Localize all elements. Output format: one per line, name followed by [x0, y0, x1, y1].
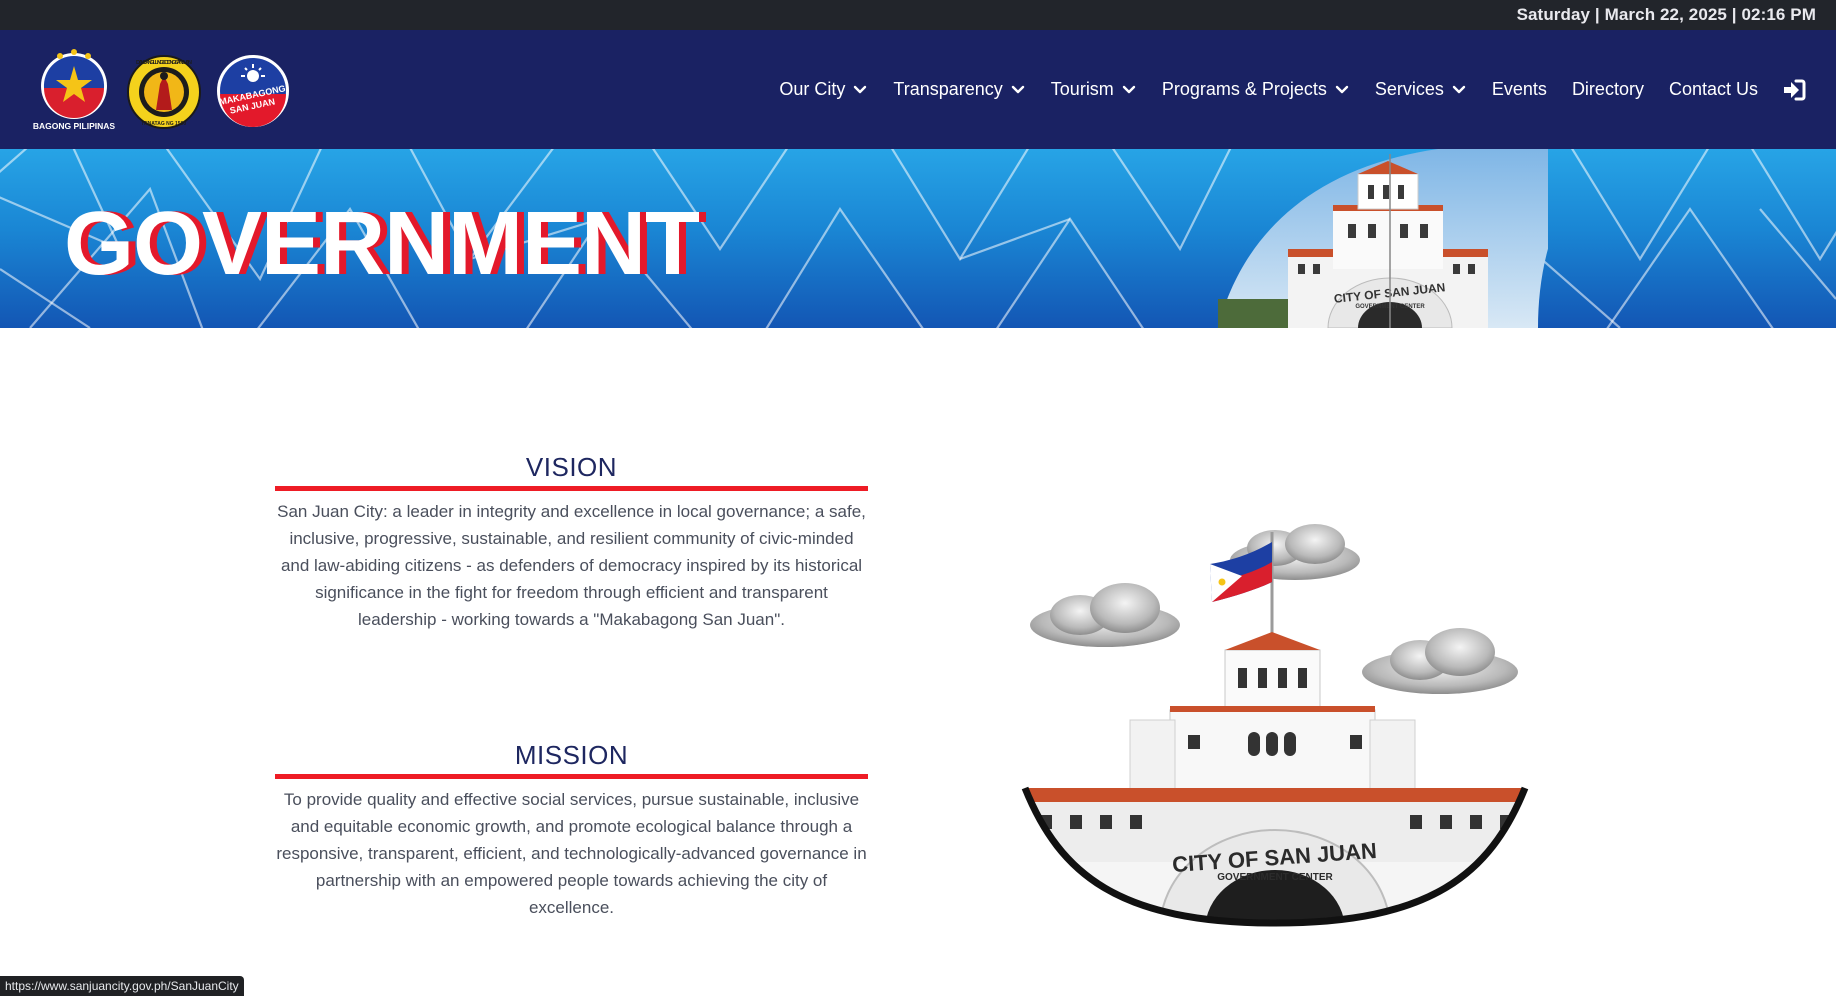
nav-events[interactable]: Events	[1492, 79, 1547, 100]
seal-title-text: DAKILANG LUNGSOD NG SAN JUAN	[136, 60, 192, 66]
sign-in-icon[interactable]	[1782, 79, 1806, 101]
nav-tourism-label: Tourism	[1050, 79, 1114, 99]
chevron-down-icon	[1452, 85, 1466, 93]
san-juan-city-seal[interactable]: DAKILANG LUNGSOD NG SAN JUAN ITINATAG NG…	[126, 54, 202, 130]
banner-city-hall-photo: CITY OF SAN JUAN GOVERNMENT CENTER	[1218, 149, 1548, 328]
seal-year-text: ITINATAG NG 1590	[142, 121, 186, 127]
status-bar-url: https://www.sanjuancity.gov.ph/SanJuanCi…	[0, 976, 244, 996]
top-info-bar: Saturday | March 22, 2025 | 02:16 PM	[0, 0, 1836, 30]
chevron-down-icon	[1335, 85, 1349, 93]
nav-our-city-label: Our City	[779, 79, 846, 99]
bagong-pilipinas-logo[interactable]: BAGONG PILIPINAS	[30, 48, 118, 134]
nav-directory[interactable]: Directory	[1572, 79, 1644, 100]
nav-services-label: Services	[1374, 79, 1444, 99]
page-banner: GOVERNMENT CITY OF SAN JUAN GOVERNMENT C	[0, 149, 1836, 328]
main-navbar: BAGONG PILIPINAS DAKILANG LUNGSOD NG SAN…	[0, 30, 1836, 149]
main-menu: Our City Transparency Tourism Programs &…	[754, 30, 1806, 149]
current-datetime: Saturday | March 22, 2025 | 02:16 PM	[1516, 5, 1816, 24]
nav-transparency-label: Transparency	[893, 79, 1003, 99]
nav-contact-us[interactable]: Contact Us	[1669, 79, 1758, 100]
mission-section: MISSION To provide quality and effective…	[275, 740, 868, 921]
nav-tourism[interactable]: Tourism	[1051, 79, 1137, 100]
page-title: GOVERNMENT	[64, 194, 700, 294]
makabagong-san-juan-logo[interactable]: MAKABAGONG SAN JUAN	[214, 52, 292, 130]
nav-programs-projects-label: Programs & Projects	[1161, 79, 1327, 99]
nav-services[interactable]: Services	[1375, 79, 1467, 100]
chevron-down-icon	[854, 85, 867, 93]
chevron-down-icon	[1011, 85, 1024, 93]
cloud-left	[1030, 583, 1180, 647]
nav-events-label: Events	[1491, 79, 1547, 99]
nav-transparency[interactable]: Transparency	[893, 79, 1025, 100]
nav-our-city[interactable]: Our City	[779, 79, 868, 100]
cloud-right	[1362, 628, 1518, 694]
nav-programs-projects[interactable]: Programs & Projects	[1162, 79, 1350, 100]
vision-section: VISION San Juan City: a leader in integr…	[275, 452, 868, 633]
vision-divider	[275, 486, 868, 491]
nav-directory-label: Directory	[1571, 79, 1644, 99]
bagong-pilipinas-text: BAGONG PILIPINAS	[33, 121, 116, 131]
nav-contact-us-label: Contact Us	[1668, 79, 1758, 99]
city-hall-illustration: CITY OF SAN JUAN GOVERNMENT CENTER	[1021, 524, 1529, 927]
mission-divider	[275, 774, 868, 779]
illustration-subsign: GOVERNMENT CENTER	[1217, 872, 1333, 883]
vision-heading: VISION	[525, 452, 618, 482]
city-hall-building	[1129, 632, 1416, 801]
mission-heading: MISSION	[514, 740, 629, 770]
chevron-down-icon	[1122, 85, 1136, 93]
vision-text: San Juan City: a leader in integrity and…	[277, 502, 866, 629]
mission-text: To provide quality and effective social …	[276, 790, 867, 917]
